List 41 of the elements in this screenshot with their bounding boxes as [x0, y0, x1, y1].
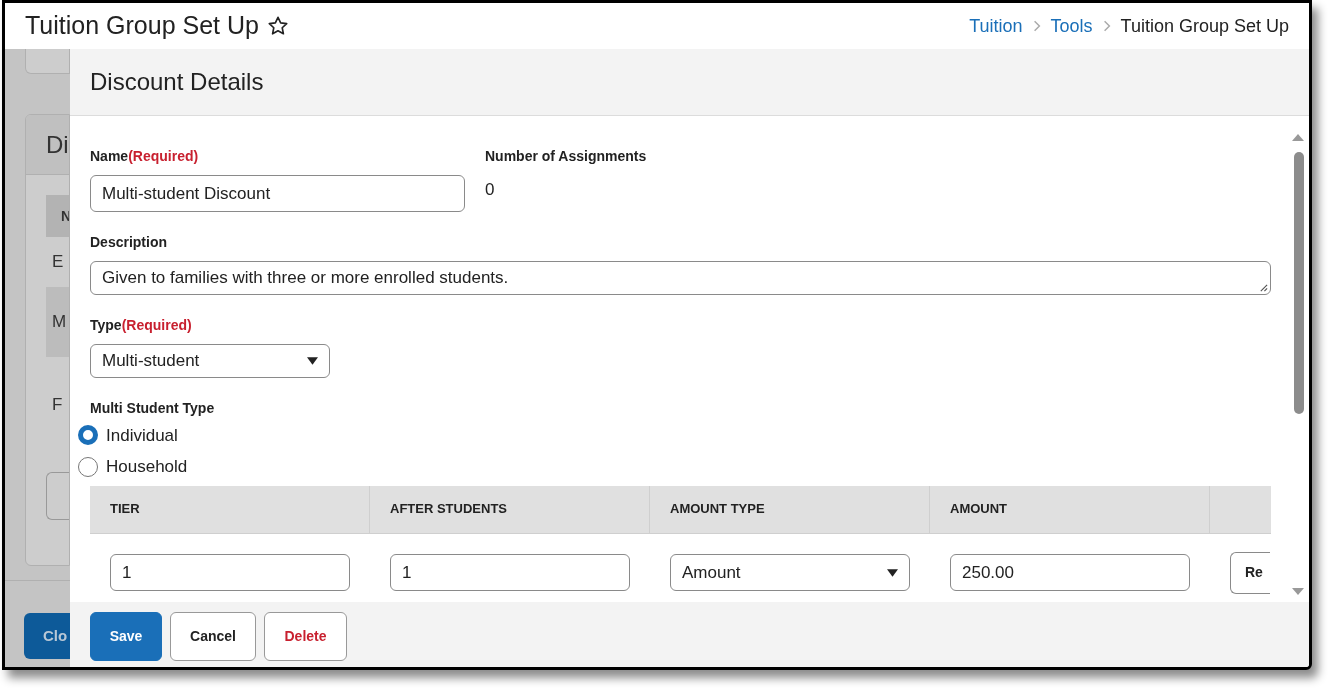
column-header: AMOUNT [950, 500, 1008, 519]
radio-button[interactable] [78, 425, 98, 446]
radio-button[interactable] [78, 456, 98, 477]
caret-icon [307, 357, 318, 365]
chevron-icon [1032, 19, 1041, 33]
delete-button[interactable]: Delete [264, 612, 347, 661]
column-header: AMOUNT TYPE [670, 500, 765, 519]
chevron-icon [1102, 19, 1111, 33]
remove-button[interactable]: Re [1230, 551, 1270, 594]
assignments-count: 0 [485, 179, 496, 201]
field-label: Multi Student Type [90, 398, 216, 418]
table-cell-text: E [52, 251, 64, 274]
input-field[interactable]: 1 [390, 554, 630, 592]
breadcrumb-link[interactable]: Tuition [969, 12, 1023, 40]
column-header: TIER [110, 500, 140, 519]
card-title: Di [46, 129, 69, 160]
page-title: Tuition Group Set Up [25, 10, 259, 42]
field-label: Number of Assignments [485, 147, 647, 166]
field-label: Description [90, 233, 168, 252]
name-field[interactable]: Multi-student Discount [90, 175, 465, 212]
caret-icon [887, 568, 898, 577]
resize-handle-icon[interactable] [1259, 283, 1268, 293]
breadcrumb-current: Tuition Group Set Up [1120, 14, 1289, 38]
type-dropdown[interactable]: Multi-student [90, 344, 330, 378]
field-label: Type(Required) [90, 317, 192, 334]
description-field[interactable]: Given to families with three or more enrolled students. [90, 261, 1271, 296]
star-icon[interactable] [266, 15, 289, 37]
breadcrumb-link[interactable]: Tools [1050, 12, 1093, 40]
close-button[interactable]: Clo [24, 613, 70, 659]
column-header: AFTER STUDENTS [390, 500, 507, 519]
radio-label[interactable]: Individual [106, 422, 178, 449]
amount-type-dropdown[interactable]: Amount [670, 554, 910, 592]
input-field[interactable]: 1 [110, 554, 350, 592]
table-cell-text: F [52, 393, 63, 416]
panel-title: Discount Details [90, 67, 264, 97]
cancel-button[interactable]: Cancel [170, 612, 256, 661]
table-cell-text: M [52, 311, 67, 334]
save-button[interactable]: Save [90, 612, 162, 661]
radio-label[interactable]: Household [106, 454, 188, 480]
input-field[interactable]: 250.00 [950, 554, 1190, 592]
field-label: Name(Required) [90, 148, 199, 164]
